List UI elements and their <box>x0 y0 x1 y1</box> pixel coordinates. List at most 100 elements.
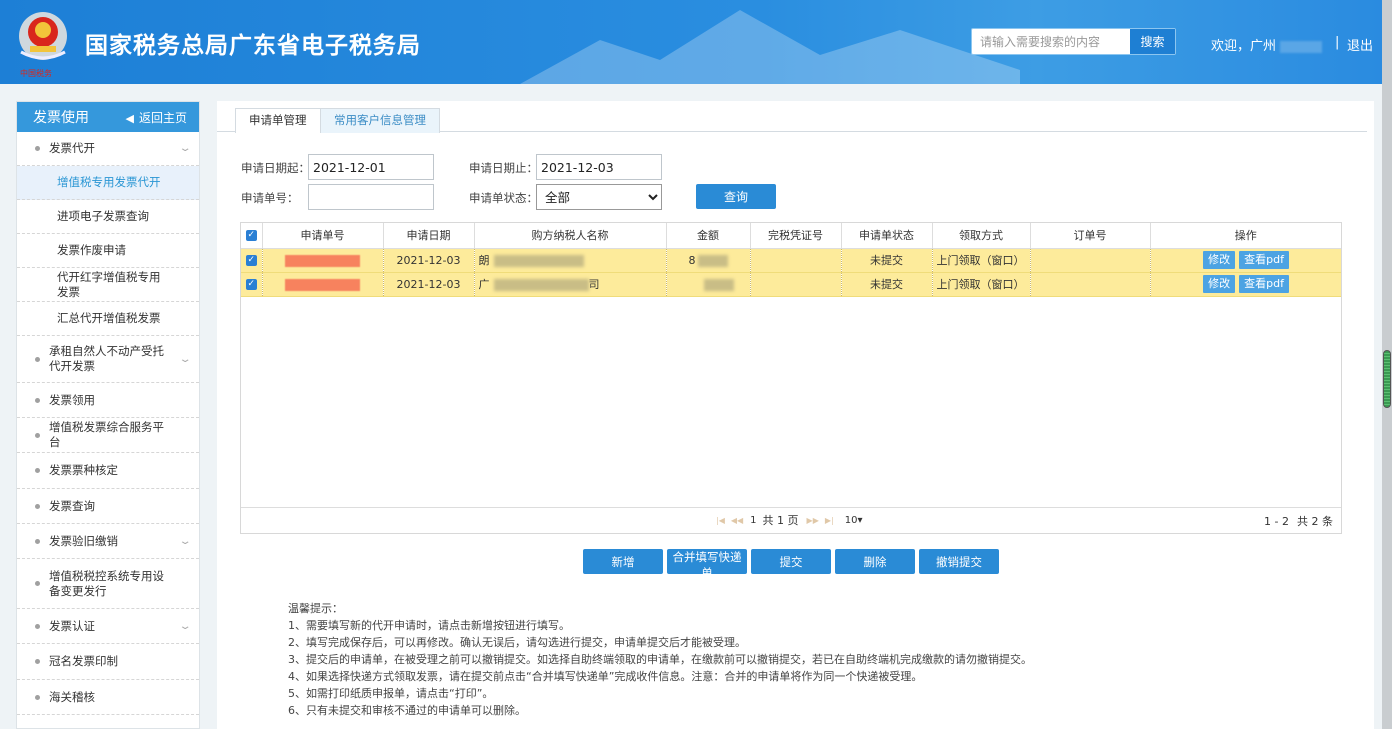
sidebar-item[interactable]: 冠名发票印制 <box>17 644 199 680</box>
tab-customer-info-management[interactable]: 常用客户信息管理 <box>320 108 440 133</box>
sidebar-item[interactable]: 海关稽核 <box>17 680 199 715</box>
sidebar-item-label: 海关稽核 <box>49 689 95 704</box>
view-pdf-button[interactable]: 查看pdf <box>1239 275 1289 293</box>
row-checkbox-cell[interactable]: ✓ <box>241 272 263 297</box>
buyer-name-suffix: 司 <box>588 278 600 291</box>
first-page-icon[interactable]: |◀ <box>716 516 725 525</box>
edit-button[interactable]: 修改 <box>1203 275 1236 293</box>
col-pickup: 领取方式 <box>932 223 1031 249</box>
search-button[interactable]: 搜索 <box>1130 29 1175 54</box>
main-panel: 申请单管理 常用客户信息管理 申请日期起： 申请日期止： 申请单号： 申请单状态… <box>217 101 1374 729</box>
query-button[interactable]: 查询 <box>696 184 776 209</box>
sidebar-item[interactable]: 承租自然人不动产受托代开发票 ⌄ <box>17 336 199 383</box>
bullet-icon <box>35 694 40 700</box>
revoke-submit-button[interactable]: 撤销提交 <box>919 549 999 574</box>
cell-status: 未提交 <box>841 248 933 273</box>
page-scrollbar[interactable] <box>1382 0 1392 729</box>
sidebar-item-label: 发票查询 <box>49 498 95 513</box>
cell-actions: 修改 查看pdf <box>1150 248 1341 273</box>
current-page[interactable]: 1 <box>750 515 756 526</box>
sidebar-item[interactable]: 增值税税控系统专用设备变更发行 <box>17 559 199 609</box>
sidebar-item-label: 增值税税控系统专用设备变更发行 <box>49 568 164 598</box>
sidebar-item[interactable]: 增值税发票综合服务平台 <box>17 418 199 453</box>
bullet-icon <box>35 623 40 629</box>
row-checkbox-cell[interactable]: ✓ <box>241 248 263 273</box>
next-page-icon[interactable]: ▶▶ <box>807 516 819 525</box>
cell-amount <box>666 272 751 297</box>
chevron-down-icon[interactable]: ⌄ <box>178 352 191 367</box>
cell-buyer-name: 朗 <box>474 248 667 273</box>
sidebar-subitem[interactable]: 汇总代开增值税发票 <box>17 302 199 336</box>
bullet-icon <box>35 432 40 438</box>
order-no-input[interactable] <box>308 184 434 210</box>
header-checkbox-cell[interactable]: ✓ <box>241 223 263 249</box>
date-to-input[interactable] <box>536 154 662 180</box>
add-button[interactable]: 新增 <box>583 549 663 574</box>
amount-prefix: 8 <box>688 253 696 267</box>
col-date: 申请日期 <box>383 223 475 249</box>
status-select[interactable]: 全部 <box>536 184 662 210</box>
sidebar-item[interactable]: 发票认证 ⌄ <box>17 609 199 644</box>
select-all-checkbox[interactable]: ✓ <box>245 230 257 242</box>
sidebar-title: 发票使用 <box>33 110 89 126</box>
welcome-label: 欢迎，广州 <box>1211 39 1277 54</box>
prev-page-icon[interactable]: ◀◀ <box>731 516 743 525</box>
sidebar-item-label: 承租自然人不动产受托代开发票 <box>49 344 164 373</box>
range-text: 1 - 2 <box>1264 515 1289 528</box>
col-status: 申请单状态 <box>841 223 933 249</box>
sidebar-item[interactable]: 发票查询 <box>17 489 199 524</box>
table-row[interactable]: ✓ 2021-12-03 广司 未提交 上门领取（窗口） 修改 查看pdf <box>241 272 1341 297</box>
merge-express-button[interactable]: 合并填写快递单 <box>667 549 747 580</box>
sidebar-item-label: 发票票种核定 <box>49 463 118 477</box>
sidebar-item[interactable]: 发票票种核定 <box>17 453 199 489</box>
cell-tax-receipt <box>750 248 842 273</box>
delete-button[interactable]: 删除 <box>835 549 915 574</box>
sidebar-item-label: 代开红字增值税专用发票 <box>57 269 161 299</box>
application-grid: ✓ 申请单号 申请日期 购方纳税人名称 金额 完税凭证号 申请单状态 领取方式 … <box>240 222 1342 534</box>
sidebar-item[interactable]: 发票领用 <box>17 383 199 418</box>
sidebar-item[interactable]: 发票验旧缴销 ⌄ <box>17 524 199 559</box>
bullet-icon <box>35 659 40 664</box>
page-size-select[interactable]: 10▾ <box>845 515 863 526</box>
sidebar-subitem[interactable]: 进项电子发票查询 <box>17 200 199 234</box>
action-bar: 新增 合并填写快递单 提交 删除 撤销提交 <box>583 549 999 580</box>
last-page-icon[interactable]: ▶| <box>825 516 834 525</box>
edit-button[interactable]: 修改 <box>1203 251 1236 269</box>
sidebar-nav: 发票代开 ⌄ 增值税专用发票代开 进项电子发票查询 发票作废申请 代开红字增值税专用发票汇… <box>17 132 199 715</box>
tab-application-management[interactable]: 申请单管理 <box>235 108 321 133</box>
logout-link[interactable]: 退出 <box>1347 35 1373 54</box>
scrollbar-thumb[interactable] <box>1383 350 1391 408</box>
bullet-icon <box>35 356 40 362</box>
chevron-down-icon[interactable]: ⌄ <box>178 534 191 549</box>
tip-line: 4、如果选择快递方式领取发票，请在提交前点击“合并填写快递单”完成收件信息。注意… <box>288 670 923 683</box>
sidebar-item[interactable]: 发票代开 ⌄ <box>17 132 199 166</box>
date-from-input[interactable] <box>308 154 434 180</box>
back-home-link[interactable]: ◀ 返回主页 <box>126 109 187 126</box>
view-pdf-button[interactable]: 查看pdf <box>1239 251 1289 269</box>
redacted-amount <box>697 254 728 267</box>
tip-line: 5、如需打印纸质申报单，请点击“打印”。 <box>288 687 494 700</box>
header-search: 搜索 <box>971 28 1176 55</box>
sidebar-subitem[interactable]: 代开红字增值税专用发票 <box>17 268 199 302</box>
sidebar-header: 发票使用 ◀ 返回主页 <box>17 102 199 132</box>
chevron-down-icon[interactable]: ⌄ <box>178 619 191 634</box>
sidebar-item-label: 发票认证 <box>49 618 95 633</box>
row-checkbox[interactable]: ✓ <box>245 255 257 266</box>
sidebar-item-label: 汇总代开增值税发票 <box>57 311 161 325</box>
tip-line: 3、提交后的申请单，在被受理之前可以撤销提交。如选择自助终端领取的申请单，在缴款… <box>288 653 1032 666</box>
submit-button[interactable]: 提交 <box>751 549 831 574</box>
chevron-down-icon[interactable]: ⌄ <box>178 141 191 156</box>
tips-panel: 温馨提示： 1、需要填写新的代开申请时，请点击新增按钮进行填写。 2、填写完成保… <box>288 600 1032 719</box>
table-row[interactable]: ✓ 2021-12-03 朗 8 未提交 上门领取（窗口） 修改 查看pdf <box>241 248 1341 273</box>
tab-bar: 申请单管理 常用客户信息管理 <box>217 108 1367 133</box>
sidebar-item-label: 冠名发票印制 <box>49 654 118 668</box>
svg-text:中国税务: 中国税务 <box>20 68 52 78</box>
bullet-icon <box>35 397 40 403</box>
sidebar-subitem[interactable]: 发票作废申请 <box>17 234 199 268</box>
search-input[interactable] <box>972 29 1130 54</box>
order-no-label: 申请单号： <box>241 191 299 205</box>
sidebar-item-label: 发票领用 <box>49 392 95 407</box>
row-checkbox[interactable]: ✓ <box>245 279 257 290</box>
site-header: 中国税务 国家税务总局广东省电子税务局 搜索 欢迎，广州 | 退出 <box>0 0 1382 84</box>
sidebar-subitem[interactable]: 增值税专用发票代开 <box>17 166 199 200</box>
